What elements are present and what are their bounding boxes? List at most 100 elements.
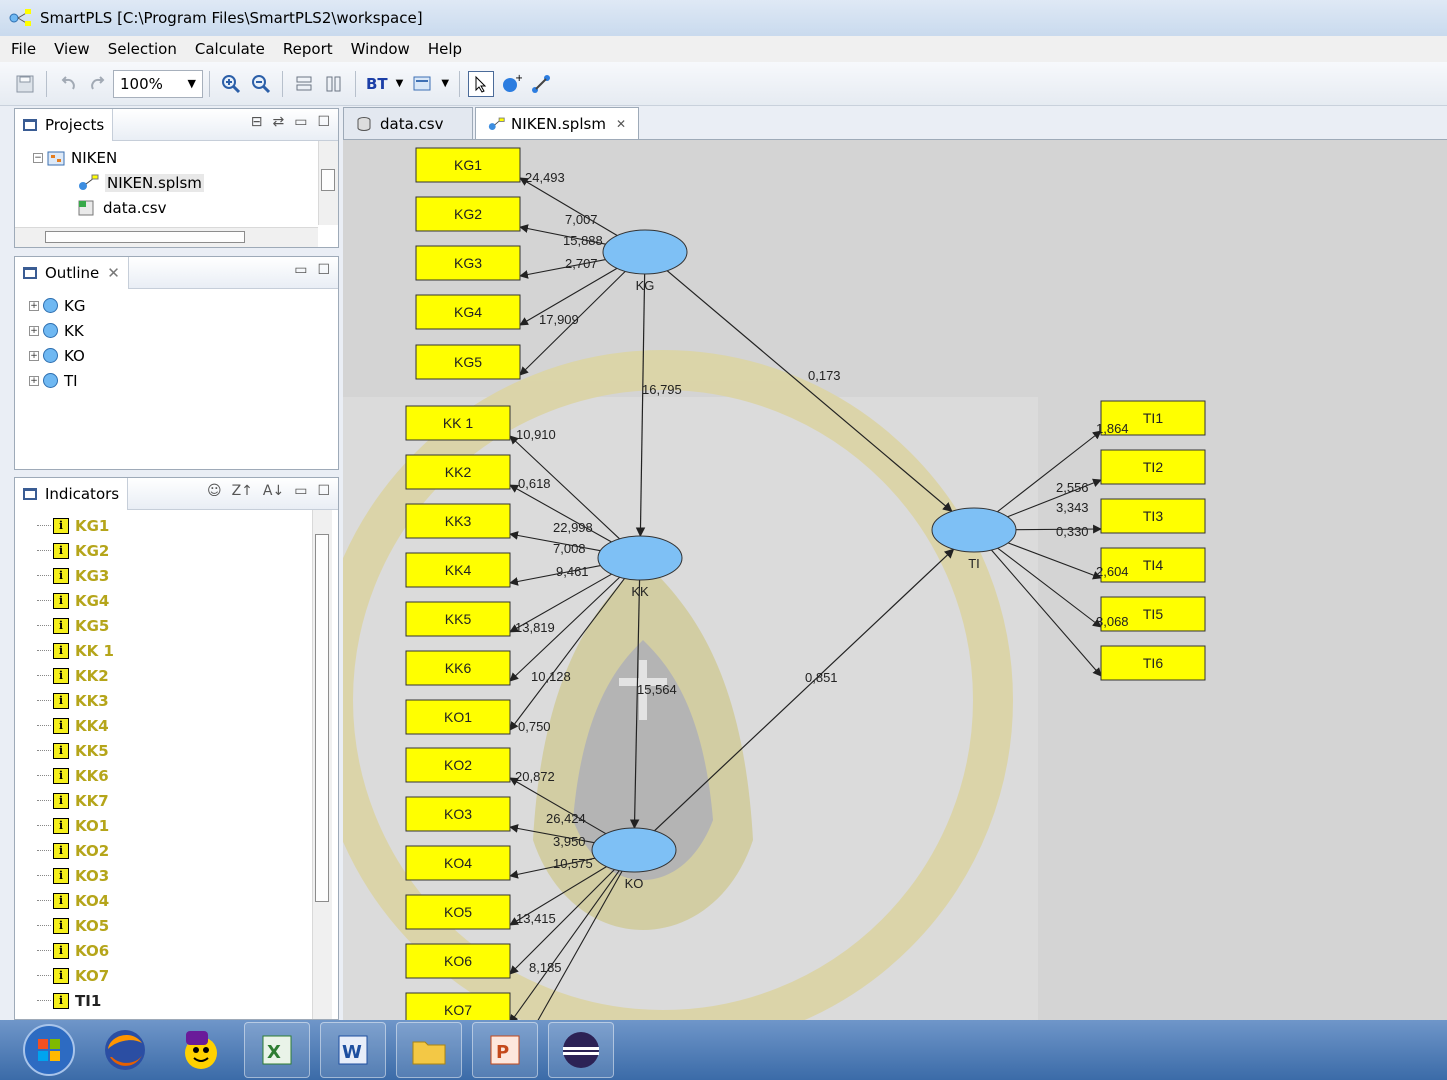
outline-item-label: KG	[64, 296, 86, 315]
collapse-icon[interactable]: −	[33, 152, 43, 163]
sort-az-icon[interactable]: A↓	[263, 483, 284, 499]
expand-icon[interactable]: +	[29, 300, 39, 311]
select-tool-button[interactable]	[468, 70, 495, 97]
scroll-thumb[interactable]	[321, 169, 335, 191]
indicator-item[interactable]: i KO2	[37, 838, 338, 863]
zoom-select[interactable]: 100% ▼	[113, 69, 203, 98]
align-horizontal-button[interactable]	[321, 71, 347, 97]
link-editor-icon[interactable]: ⇄	[272, 114, 284, 130]
excel-taskbar-button[interactable]: X	[244, 1022, 310, 1078]
redo-button[interactable]	[85, 71, 111, 97]
scroll-thumb[interactable]	[315, 534, 329, 902]
menu-file[interactable]: File	[2, 40, 45, 58]
minimize-icon[interactable]: ▭	[294, 262, 307, 278]
tree-connector	[37, 900, 51, 901]
menu-calculate[interactable]: Calculate	[186, 40, 274, 58]
indicator-item[interactable]: i KK2	[37, 663, 338, 688]
firefox-taskbar-button[interactable]	[92, 1022, 158, 1078]
indicator-item[interactable]: i KK5	[37, 738, 338, 763]
minimize-icon[interactable]: ▭	[294, 114, 307, 130]
tree-connector	[37, 675, 51, 676]
indicator-item[interactable]: i KG2	[37, 538, 338, 563]
indicator-item[interactable]: i KO1	[37, 813, 338, 838]
indicator-item[interactable]: i KG4	[37, 588, 338, 613]
ghost-icon[interactable]: ☺	[207, 483, 222, 499]
indicator-icon: i	[53, 992, 69, 1009]
tab-data-csv[interactable]: data.csv	[343, 107, 473, 139]
save-button[interactable]	[12, 71, 38, 97]
indicator-item[interactable]: i KG5	[37, 613, 338, 638]
menu-bar: File View Selection Calculate Report Win…	[0, 36, 1447, 62]
outline-item-ti[interactable]: + TI	[29, 368, 338, 393]
indicator-item[interactable]: i KG1	[37, 513, 338, 538]
add-latent-button[interactable]: +	[498, 71, 524, 97]
word-taskbar-button[interactable]: W	[320, 1022, 386, 1078]
menu-window[interactable]: Window	[342, 40, 419, 58]
expand-icon[interactable]: +	[29, 375, 39, 386]
smartpls-taskbar-button[interactable]	[548, 1022, 614, 1078]
align-vertical-button[interactable]	[291, 71, 317, 97]
menu-view[interactable]: View	[45, 40, 99, 58]
close-icon[interactable]: ✕	[107, 264, 120, 282]
chevron-down-icon[interactable]: ▼	[396, 78, 404, 89]
expand-icon[interactable]: +	[29, 325, 39, 336]
yahoo-messenger-taskbar-button[interactable]	[168, 1022, 234, 1078]
loading-value-label: 2,556	[1056, 480, 1089, 495]
indicator-label: KG5	[75, 616, 110, 635]
start-button[interactable]	[16, 1022, 82, 1078]
path-diagram[interactable]: 16,795 0,173 15,564 0,851 KG1 24,493 KG2 7,007 K…	[343, 140, 1447, 1020]
tree-item-data-file[interactable]: data.csv	[33, 195, 338, 220]
tree-item-model-file[interactable]: NIKEN.splsm	[33, 170, 338, 195]
indicator-item[interactable]: i KK7	[37, 788, 338, 813]
zoom-in-button[interactable]	[218, 71, 244, 97]
model-canvas[interactable]: 16,795 0,173 15,564 0,851 KG1 24,493 KG2 7,007 K…	[343, 140, 1447, 1020]
indicator-item[interactable]: i KO5	[37, 913, 338, 938]
indicator-item[interactable]: i KK6	[37, 763, 338, 788]
report-button[interactable]	[409, 71, 435, 97]
indicators-vertical-scrollbar[interactable]	[312, 510, 332, 1019]
maximize-icon[interactable]: ☐	[317, 262, 330, 278]
tree-item-project[interactable]: − NIKEN	[33, 145, 338, 170]
projects-panel: Projects ⊟ ⇄ ▭ ☐ − NIKEN NIKEN.splsm dat…	[14, 108, 339, 248]
undo-button[interactable]	[55, 71, 81, 97]
minimize-icon[interactable]: ▭	[294, 483, 307, 499]
chevron-down-icon[interactable]: ▼	[441, 78, 449, 89]
indicators-tab[interactable]: Indicators	[15, 477, 129, 510]
outline-tab[interactable]: Outline ✕	[15, 256, 129, 289]
indicator-item[interactable]: i KK4	[37, 713, 338, 738]
maximize-icon[interactable]: ☐	[317, 483, 330, 499]
sort-za-icon[interactable]: Z↑	[232, 483, 253, 499]
svg-text:P: P	[496, 1042, 509, 1063]
outline-item-kk[interactable]: + KK	[29, 318, 338, 343]
tab-niken-splsm[interactable]: NIKEN.splsm ✕	[475, 107, 639, 139]
outline-item-ko[interactable]: + KO	[29, 343, 338, 368]
indicator-item[interactable]: i KG3	[37, 563, 338, 588]
loading-value-label: 2,707	[565, 256, 598, 271]
file-explorer-taskbar-button[interactable]	[396, 1022, 462, 1078]
powerpoint-taskbar-button[interactable]: P	[472, 1022, 538, 1078]
expand-icon[interactable]: +	[29, 350, 39, 361]
menu-help[interactable]: Help	[419, 40, 471, 58]
menu-selection[interactable]: Selection	[99, 40, 186, 58]
indicator-item[interactable]: i KO4	[37, 888, 338, 913]
close-icon[interactable]: ✕	[616, 117, 626, 131]
outline-item-kg[interactable]: + KG	[29, 293, 338, 318]
projects-vertical-scrollbar[interactable]	[318, 141, 338, 225]
connect-tool-button[interactable]	[528, 71, 554, 97]
projects-tab[interactable]: Projects	[15, 108, 114, 141]
menu-report[interactable]: Report	[274, 40, 342, 58]
indicator-box-label: TI6	[1143, 655, 1163, 671]
projects-horizontal-scrollbar[interactable]	[15, 227, 318, 247]
indicator-box-label: KK2	[445, 464, 472, 480]
indicator-item[interactable]: i KK3	[37, 688, 338, 713]
bt-button[interactable]: BT	[366, 75, 388, 93]
maximize-icon[interactable]: ☐	[317, 114, 330, 130]
indicator-item[interactable]: i KO7	[37, 963, 338, 988]
collapse-all-icon[interactable]: ⊟	[251, 114, 263, 130]
indicator-item[interactable]: i TI1	[37, 988, 338, 1013]
zoom-out-button[interactable]	[248, 71, 274, 97]
scroll-thumb[interactable]	[45, 231, 245, 243]
indicator-item[interactable]: i KO3	[37, 863, 338, 888]
indicator-item[interactable]: i KK 1	[37, 638, 338, 663]
indicator-item[interactable]: i KO6	[37, 938, 338, 963]
